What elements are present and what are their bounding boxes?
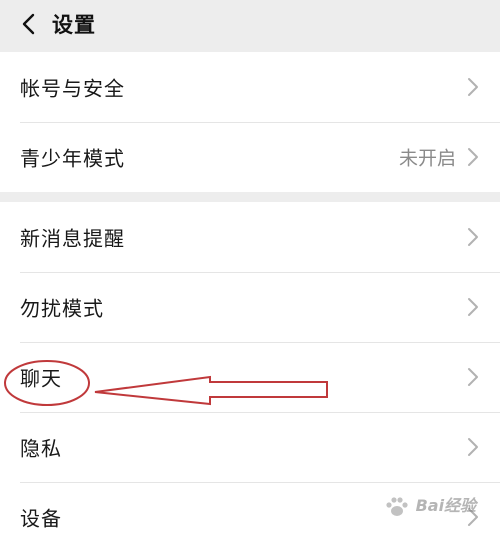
settings-item-value: 未开启 [398, 147, 456, 170]
settings-item-teen-mode[interactable]: 青少年模式 未开启 [0, 122, 500, 192]
settings-item-privacy[interactable]: 隐私 [0, 412, 500, 482]
chevron-right-icon [468, 228, 478, 246]
page-title: 设置 [52, 13, 96, 37]
settings-group-account: 帐号与安全 青少年模式 未开启 [0, 52, 500, 192]
chevron-left-icon [22, 13, 35, 35]
chevron-right-icon [468, 298, 478, 316]
chevron-right-icon [468, 368, 478, 386]
settings-item-label: 勿扰模式 [20, 296, 104, 321]
watermark-logo: Bai经验 [384, 492, 476, 518]
header-bar: 设置 [0, 0, 500, 48]
settings-item-chat[interactable]: 聊天 [0, 342, 500, 412]
settings-item-label: 帐号与安全 [20, 76, 125, 101]
settings-item-label: 青少年模式 [20, 146, 125, 171]
settings-item-notifications[interactable]: 新消息提醒 [0, 202, 500, 272]
settings-item-account-security[interactable]: 帐号与安全 [0, 52, 500, 122]
chevron-right-icon [468, 148, 478, 166]
settings-item-label: 设备 [20, 506, 62, 531]
settings-item-label: 隐私 [20, 436, 62, 461]
chevron-right-icon [468, 438, 478, 456]
paw-icon [386, 496, 408, 516]
back-button[interactable] [12, 8, 44, 40]
settings-item-label: 新消息提醒 [20, 226, 125, 251]
settings-item-do-not-disturb[interactable]: 勿扰模式 [0, 272, 500, 342]
watermark-text: Bai经验 [415, 496, 477, 515]
chevron-right-icon [468, 78, 478, 96]
settings-item-label: 聊天 [20, 366, 62, 391]
